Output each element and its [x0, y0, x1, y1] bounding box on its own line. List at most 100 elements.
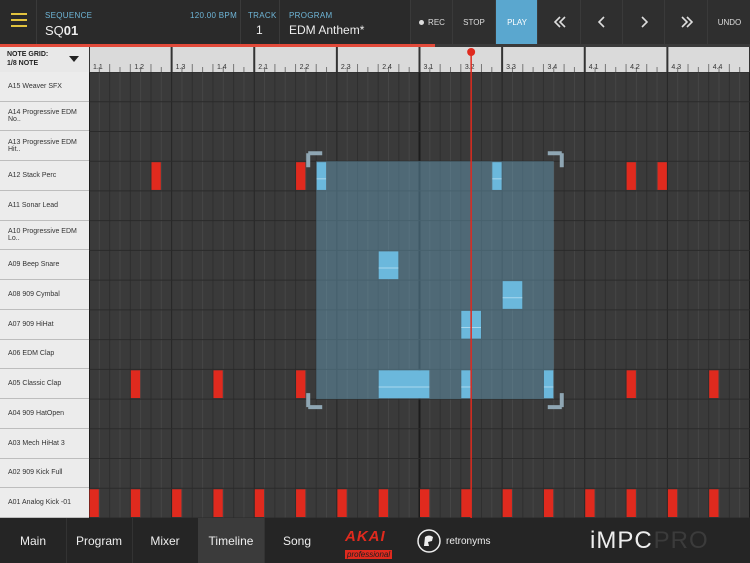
note[interactable]: [626, 162, 636, 190]
ruler-label: 1.2: [134, 64, 144, 71]
pad-lane-label[interactable]: A02 909 Kick Full: [0, 459, 89, 489]
note-grid-selector[interactable]: NOTE GRID: 1/8 NOTE: [0, 47, 89, 73]
double-chevron-right-icon: [680, 16, 693, 28]
tab-song[interactable]: Song: [264, 518, 330, 563]
note[interactable]: [709, 370, 719, 399]
note[interactable]: [172, 489, 182, 517]
note[interactable]: [667, 489, 678, 517]
previous-bar-button[interactable]: [580, 0, 623, 44]
pad-lane-label[interactable]: A05 Classic Clap: [0, 369, 89, 400]
program-value[interactable]: EDM Anthem*: [289, 23, 364, 37]
sequence-value[interactable]: SQ01: [45, 23, 78, 38]
note[interactable]: [89, 489, 99, 517]
ruler-label: 4.2: [630, 64, 640, 71]
bpm-readout[interactable]: 120.00 BPM: [190, 11, 237, 20]
note-grid[interactable]: [89, 72, 750, 518]
top-bar: SEQUENCE SQ01 120.00 BPM TRACK 1 PROGRAM…: [0, 0, 750, 44]
record-dot-icon: [419, 19, 425, 25]
note[interactable]: [213, 370, 223, 399]
rewind-to-start-button[interactable]: [537, 0, 581, 44]
ruler-label: 4.4: [713, 64, 723, 71]
note[interactable]: [626, 489, 636, 517]
note[interactable]: [151, 162, 161, 190]
note[interactable]: [213, 489, 223, 517]
pro-wordmark: PRO: [653, 527, 709, 554]
rec-label: REC: [428, 17, 445, 27]
note[interactable]: [296, 489, 306, 517]
retronyms-mascot-icon: [417, 529, 441, 553]
pad-lane-label[interactable]: A10 Progressive EDM Lo..: [0, 221, 89, 251]
tab-mixer[interactable]: Mixer: [132, 518, 199, 563]
pad-lane-label[interactable]: A07 909 HiHat: [0, 310, 89, 340]
note[interactable]: [543, 489, 554, 517]
note-selected[interactable]: [378, 251, 399, 280]
note[interactable]: [657, 162, 667, 190]
tab-timeline[interactable]: Timeline: [198, 518, 265, 563]
rec-button[interactable]: REC: [410, 0, 453, 44]
note[interactable]: [254, 489, 265, 517]
double-chevron-left-icon: [553, 16, 566, 28]
pad-lane-label[interactable]: A04 909 HatOpen: [0, 399, 89, 429]
timeline-ruler[interactable]: 1.1 1.2 1.3 1.4 2.1 2.2 2.3 2.4 3.1 3.2 3.3 3.4 4.1 4…: [89, 47, 750, 72]
note-selected[interactable]: [492, 162, 502, 190]
ruler-label: 2.3: [341, 64, 351, 71]
bottom-bar: Main Program Mixer Timeline Song AKAI pr…: [0, 518, 750, 563]
akai-wordmark: AKAI: [345, 528, 386, 545]
pad-lane-label[interactable]: A15 Weaver SFX: [0, 72, 89, 102]
note[interactable]: [130, 370, 141, 399]
forward-to-end-button[interactable]: [664, 0, 708, 44]
program-label: PROGRAM: [289, 11, 333, 20]
ruler-label: 3.2: [465, 64, 475, 71]
note[interactable]: [461, 489, 471, 517]
sequence-label: SEQUENCE: [45, 11, 93, 20]
divider: [240, 0, 241, 44]
note[interactable]: [130, 489, 141, 517]
note[interactable]: [296, 162, 306, 190]
play-button[interactable]: PLAY: [495, 0, 538, 44]
pad-lane-label[interactable]: A08 909 Cymbal: [0, 280, 89, 310]
note[interactable]: [296, 370, 306, 399]
note-selected[interactable]: [316, 162, 327, 190]
track-value[interactable]: 1: [256, 23, 263, 37]
note-selected[interactable]: [461, 370, 471, 399]
ruler-label: 1.4: [217, 64, 227, 71]
pad-lane-label[interactable]: A13 Progressive EDM Hit..: [0, 131, 89, 162]
note[interactable]: [378, 489, 389, 517]
pad-lane-label[interactable]: A09 Beep Snare: [0, 250, 89, 281]
tab-main[interactable]: Main: [0, 518, 67, 563]
professional-wordmark: professional: [345, 550, 393, 559]
note[interactable]: [709, 489, 719, 517]
undo-label: UNDO: [717, 17, 742, 27]
ruler-label: 3.1: [424, 64, 434, 71]
note[interactable]: [626, 370, 636, 399]
note[interactable]: [337, 489, 347, 517]
akai-professional-logo: AKAI professional: [345, 528, 407, 559]
note-selected[interactable]: [502, 281, 523, 309]
ruler-label: 1.3: [176, 64, 186, 71]
tab-program[interactable]: Program: [66, 518, 133, 563]
note-selected[interactable]: [378, 370, 430, 399]
note[interactable]: [502, 489, 512, 517]
pad-lane-label[interactable]: A14 Progressive EDM No..: [0, 102, 89, 132]
pad-lane-label[interactable]: A12 Stack Perc: [0, 161, 89, 191]
stop-button[interactable]: STOP: [452, 0, 495, 44]
retronyms-logo: retronyms: [417, 529, 490, 553]
menu-icon[interactable]: [8, 9, 32, 33]
note[interactable]: [420, 489, 430, 517]
pad-lane-label[interactable]: A01 Analog Kick -01: [0, 488, 89, 518]
ruler-label: 4.3: [671, 64, 681, 71]
selection-box[interactable]: [316, 161, 554, 400]
note[interactable]: [585, 489, 595, 517]
ruler-label: 3.4: [547, 64, 557, 71]
pad-lane-label[interactable]: A03 Mech HiHat 3: [0, 429, 89, 459]
stop-label: STOP: [463, 17, 485, 27]
pad-lane-label[interactable]: A11 Sonar Lead: [0, 191, 89, 221]
note-selected[interactable]: [543, 370, 554, 399]
retronyms-wordmark: retronyms: [446, 535, 491, 547]
next-bar-button[interactable]: [622, 0, 665, 44]
playhead-marker[interactable]: [467, 48, 476, 56]
track-label: TRACK: [248, 11, 277, 20]
pad-lane-list: A15 Weaver SFX A14 Progressive EDM No.. A1…: [0, 72, 89, 518]
undo-button[interactable]: UNDO: [707, 0, 750, 44]
pad-lane-label[interactable]: A06 EDM Clap: [0, 340, 89, 370]
